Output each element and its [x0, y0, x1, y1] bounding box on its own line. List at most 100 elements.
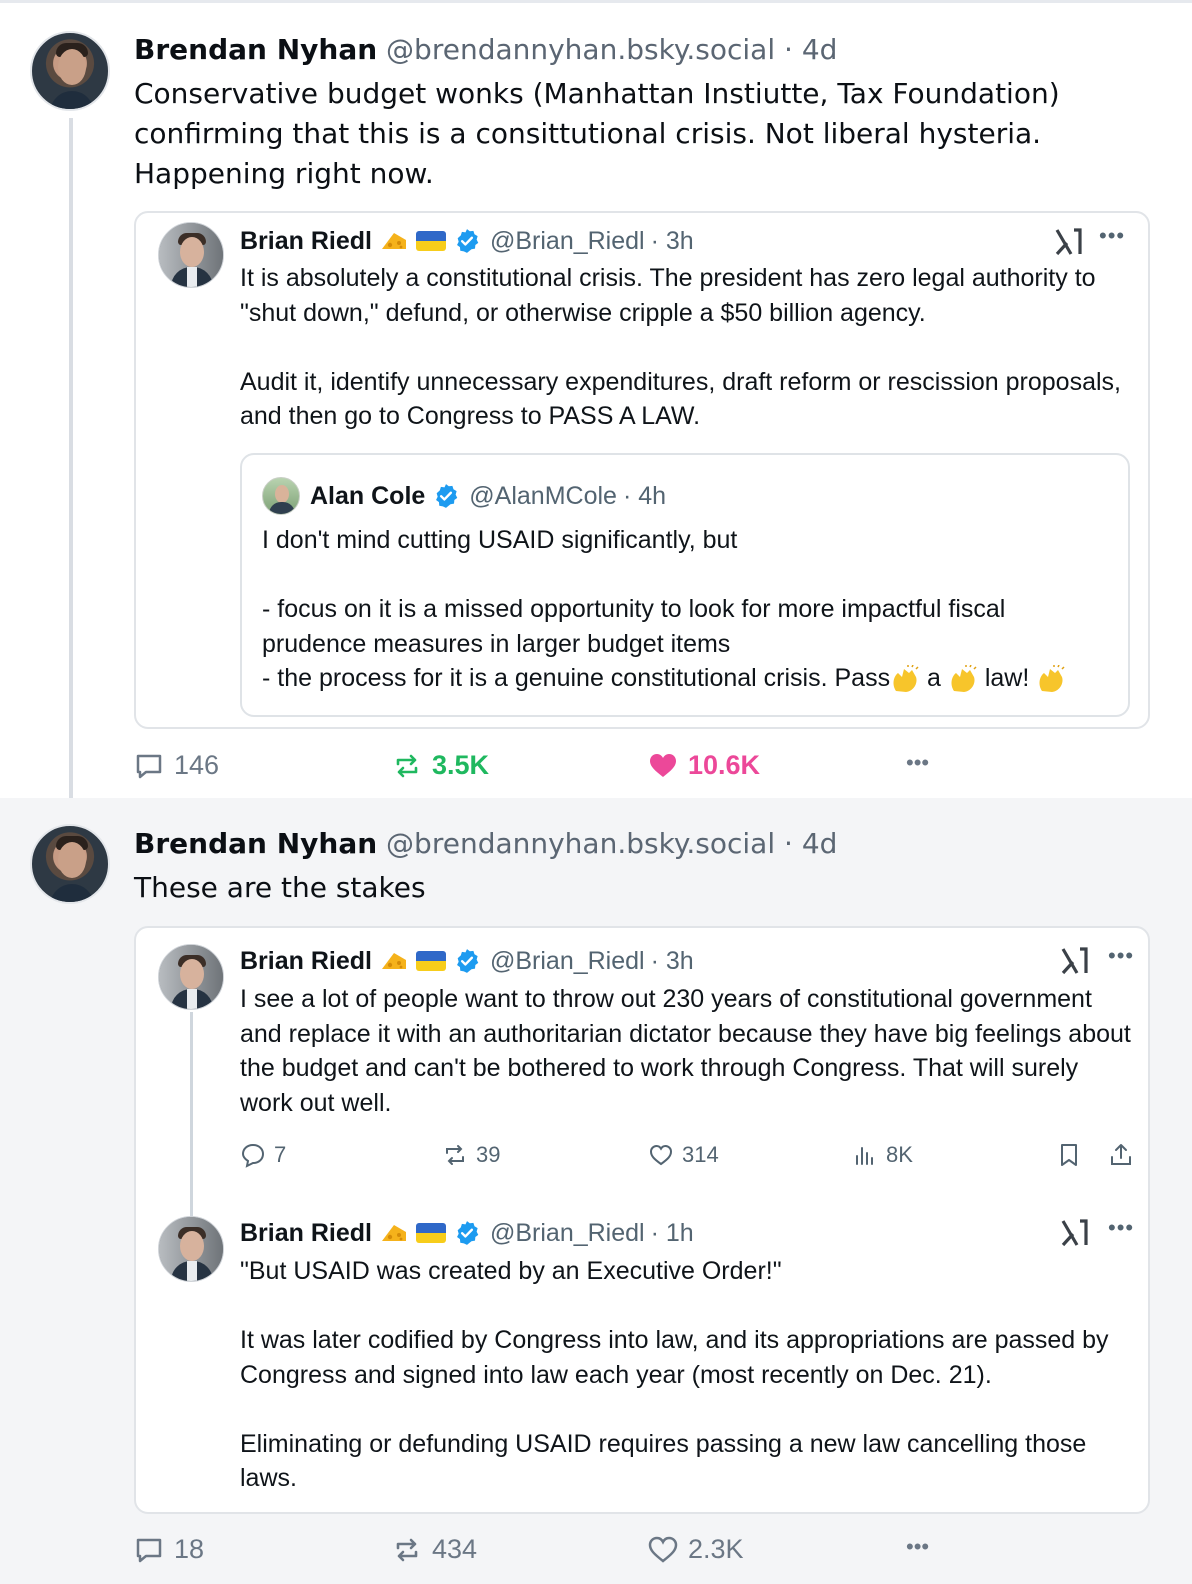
author-handle[interactable]: @AlanMCole [469, 481, 617, 511]
more-options-button[interactable]: ••• [906, 1534, 929, 1560]
clap-emoji [951, 665, 977, 693]
post-time[interactable]: · 4d [784, 827, 837, 860]
avatar[interactable] [30, 31, 110, 111]
nested-quote-card[interactable]: Alan Cole @AlanMCole · 4h I don't mind c… [240, 453, 1130, 717]
like-button[interactable]: 10.6K [648, 750, 760, 781]
bookmark-icon [1061, 1144, 1077, 1166]
verified-icon [457, 229, 479, 253]
quote-card[interactable]: Brian Riedl @Brian_Riedl · 3h ••• I see … [134, 926, 1150, 1514]
quote-header: Brian Riedl @Brian_Riedl · 3h [240, 226, 694, 256]
more-icon: ••• [906, 750, 930, 775]
cheese-emoji [381, 1225, 406, 1241]
author-name[interactable]: Brendan Nyhan [134, 33, 377, 66]
like-count: 2.3K [688, 1534, 744, 1564]
repost-icon [446, 1145, 464, 1165]
author-name[interactable]: Brian Riedl [240, 1218, 372, 1248]
avatar[interactable] [158, 1216, 224, 1282]
repost-button[interactable]: 39 [442, 1142, 500, 1168]
more-icon[interactable]: ••• [1108, 943, 1134, 969]
author-handle[interactable]: @Brian_Riedl [490, 226, 645, 256]
thread-connector [190, 1012, 193, 1232]
quote-text: "But USAID was created by an Executive O… [240, 1257, 1109, 1492]
reply-button[interactable]: 18 [134, 1534, 204, 1565]
repost-count: 434 [432, 1534, 478, 1564]
author-name[interactable]: Brendan Nyhan [134, 827, 377, 860]
quote-header: Brian Riedl @Brian_Riedl · 3h [240, 946, 694, 976]
ukraine-flag [415, 951, 446, 971]
post-header: Brendan Nyhan @brendannyhan.bsky.social … [134, 32, 837, 68]
author-handle[interactable]: @brendannyhan.bsky.social [386, 827, 775, 860]
avatar[interactable] [158, 222, 224, 288]
share-button[interactable] [1108, 1142, 1134, 1168]
reply-count: 146 [174, 750, 220, 780]
repost-icon [396, 1538, 418, 1561]
post-time[interactable]: · 3h [651, 226, 694, 256]
x-logo-icon[interactable] [1054, 227, 1084, 257]
avatar[interactable] [262, 477, 300, 515]
quote-text: It is absolutely a constitutional crisis… [240, 264, 1121, 430]
like-icon [649, 1144, 673, 1166]
like-count: 10.6K [688, 750, 761, 780]
reply-count: 7 [274, 1142, 287, 1167]
bookmark-button[interactable] [1056, 1142, 1082, 1168]
reply-icon [136, 754, 162, 778]
reply-icon [241, 1143, 265, 1168]
like-button[interactable]: 2.3K [648, 1534, 744, 1565]
post-text: Conservative budget wonks (Manhattan Ins… [134, 77, 1060, 190]
post-2[interactable]: Brendan Nyhan @brendannyhan.bsky.social … [0, 798, 1192, 1584]
post-time[interactable]: · 1h [651, 1218, 694, 1248]
like-icon [648, 1536, 678, 1563]
reply-count: 18 [174, 1534, 205, 1564]
reply-button[interactable]: 146 [134, 750, 219, 781]
x-logo-icon[interactable] [1060, 946, 1090, 976]
clap-emoji [893, 665, 919, 693]
author-name[interactable]: Brian Riedl [240, 946, 372, 976]
author-handle[interactable]: @Brian_Riedl [490, 946, 645, 976]
x-logo-icon[interactable] [1060, 1218, 1090, 1248]
post-header: Brendan Nyhan @brendannyhan.bsky.social … [134, 826, 837, 862]
nested-quote-text: I don't mind cutting USAID significantly… [262, 526, 1006, 658]
more-options-button[interactable]: ••• [906, 750, 929, 776]
line-mid: a [920, 664, 948, 692]
views-count: 8K [886, 1142, 913, 1167]
quote-card[interactable]: Brian Riedl @Brian_Riedl · 3h ••• It is … [134, 211, 1150, 729]
more-icon[interactable]: ••• [1099, 223, 1125, 249]
verified-icon [436, 484, 458, 508]
share-icon [1111, 1144, 1131, 1165]
reply-button[interactable]: 7 [240, 1142, 286, 1168]
more-icon[interactable]: ••• [1108, 1215, 1134, 1241]
avatar[interactable] [158, 944, 224, 1010]
views-icon [856, 1147, 873, 1165]
repost-count: 3.5K [432, 750, 490, 780]
post-time[interactable]: · 4h [623, 481, 666, 511]
author-handle[interactable]: @Brian_Riedl [490, 1218, 645, 1248]
verified-icon [457, 1221, 479, 1245]
author-name[interactable]: Alan Cole [310, 481, 425, 511]
post-1[interactable]: Brendan Nyhan @brendannyhan.bsky.social … [0, 3, 1192, 798]
line-end: law! [977, 664, 1037, 692]
like-icon [650, 753, 676, 777]
line-start: - the process for it is a genuine consti… [262, 664, 891, 692]
views-button[interactable]: 8K [852, 1142, 913, 1168]
author-name[interactable]: Brian Riedl [240, 226, 372, 256]
post-time[interactable]: · 4d [784, 33, 837, 66]
repost-icon [396, 754, 418, 777]
post-time[interactable]: · 3h [651, 946, 694, 976]
avatar[interactable] [30, 824, 110, 904]
repost-button[interactable]: 3.5K [392, 750, 489, 781]
like-count: 314 [682, 1142, 719, 1167]
thread-line [69, 118, 73, 813]
repost-count: 39 [476, 1142, 501, 1167]
verified-icon [457, 949, 479, 973]
cheese-emoji [381, 233, 406, 249]
repost-button[interactable]: 434 [392, 1534, 477, 1565]
ukraine-flag [415, 231, 446, 251]
like-button[interactable]: 314 [648, 1142, 719, 1168]
author-handle[interactable]: @brendannyhan.bsky.social [386, 33, 775, 66]
quote-text: I see a lot of people want to throw out … [240, 985, 1131, 1117]
post-text: These are the stakes [134, 871, 426, 904]
quote-header: Brian Riedl @Brian_Riedl · 1h [240, 1218, 694, 1248]
cheese-emoji [381, 953, 406, 969]
nested-quote-last-line: - the process for it is a genuine consti… [262, 661, 1066, 696]
reply-icon [136, 1538, 162, 1562]
